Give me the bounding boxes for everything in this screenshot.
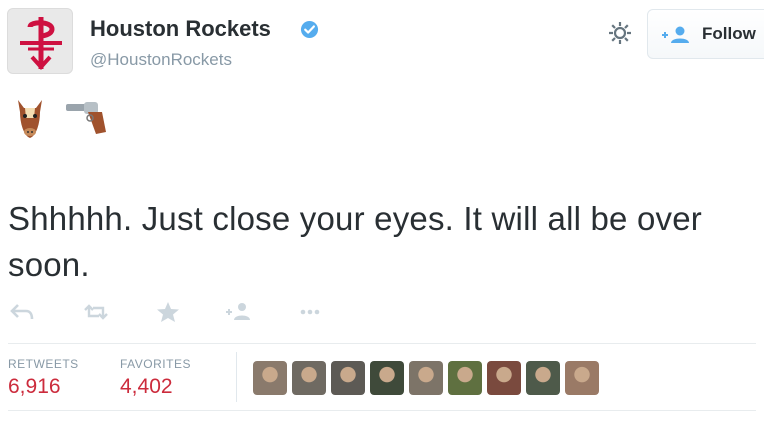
more-icon[interactable] [296, 300, 324, 324]
retweets-count[interactable]: 6,916 [8, 375, 61, 399]
follow-button[interactable]: Follow [647, 9, 764, 59]
stats-divider-bottom [8, 410, 756, 411]
follow-icon[interactable] [224, 300, 252, 324]
favoriter-avatar[interactable] [331, 361, 365, 395]
avatar[interactable] [7, 8, 73, 74]
favorites-count[interactable]: 4,402 [120, 375, 173, 399]
favoriter-avatar[interactable] [292, 361, 326, 395]
favoriter-avatar[interactable] [526, 361, 560, 395]
tweet-text: Shhhhh. Just close your eyes. It will al… [8, 200, 702, 283]
stats-divider-top [8, 343, 756, 344]
favoriter-avatar[interactable] [409, 361, 443, 395]
retweets-label[interactable]: RETWEETS [8, 357, 79, 371]
follow-label: Follow [702, 24, 756, 43]
verified-badge-icon [300, 20, 319, 39]
reply-icon[interactable] [8, 300, 36, 324]
pistol-emoji [66, 102, 106, 134]
favoriter-avatar[interactable] [448, 361, 482, 395]
tweet-actions [0, 300, 764, 328]
horse-face-emoji [18, 100, 42, 138]
account-handle[interactable]: @HoustonRockets [90, 50, 232, 70]
favoriter-avatars [253, 361, 599, 395]
favoriter-avatar[interactable] [565, 361, 599, 395]
gear-icon[interactable] [607, 20, 633, 46]
add-user-icon [662, 26, 689, 43]
favorites-label[interactable]: FAVORITES [120, 357, 191, 371]
stats-separator [236, 352, 237, 402]
rockets-logo-icon [20, 17, 62, 70]
favoriter-avatar[interactable] [487, 361, 521, 395]
favoriter-avatar[interactable] [370, 361, 404, 395]
favoriter-avatar[interactable] [253, 361, 287, 395]
account-name[interactable]: Houston Rockets [90, 16, 271, 42]
retweet-icon[interactable] [82, 300, 110, 324]
favorite-icon[interactable] [154, 300, 182, 324]
